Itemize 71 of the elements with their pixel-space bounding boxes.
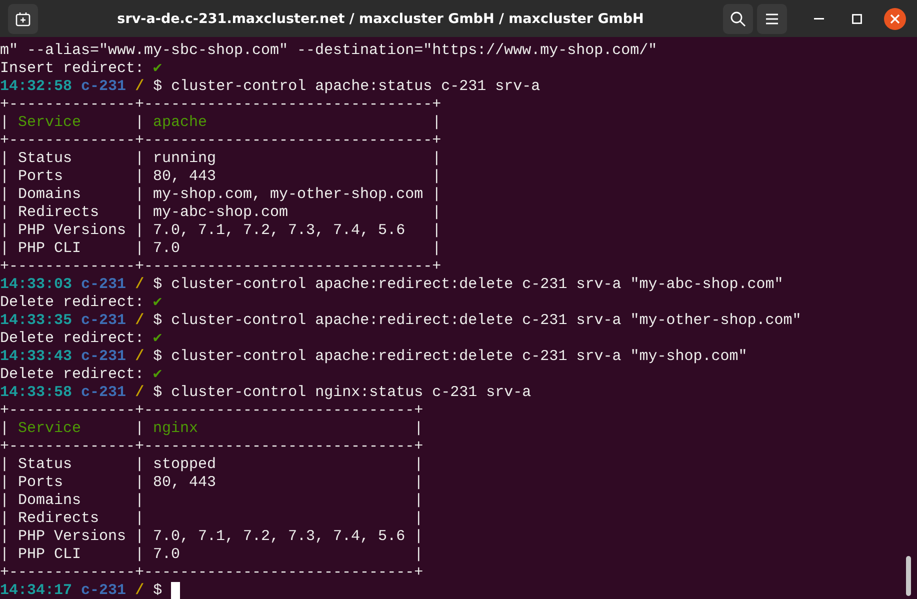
check-mark: ✔	[153, 60, 162, 78]
prompt-host: c-231	[81, 78, 126, 96]
prompt-time: 14:32:58	[0, 78, 72, 96]
status-text: Delete redirect:	[0, 294, 144, 312]
terminal-line: | PHP Versions | 7.0, 7.1, 7.2, 7.3, 7.4, 5.6 |	[0, 528, 424, 546]
prompt-symbol: $	[153, 348, 162, 366]
terminal-line: | Status | running |	[0, 150, 442, 168]
terminal-line: | Service | apache |	[0, 114, 442, 132]
search-icon	[730, 10, 746, 26]
terminal-line: +--------------+------------------------------+	[0, 564, 424, 582]
prompt-time: 14:33:35	[0, 312, 72, 330]
close-button[interactable]	[884, 8, 906, 30]
prompt-host: c-231	[81, 312, 126, 330]
prompt-symbol: $	[153, 276, 162, 294]
terminal-line: | Domains | my-shop.com, my-other-shop.com |	[0, 186, 442, 204]
command-text: cluster-control apache:redirect:delete c-231 srv-a "my-shop.com"	[171, 348, 748, 366]
terminal-line: | Status | stopped |	[0, 456, 424, 474]
prompt-path: /	[135, 582, 144, 599]
command-text: cluster-control apache:redirect:delete c-231 srv-a "my-other-shop.com"	[171, 312, 802, 330]
menu-button[interactable]	[757, 4, 787, 34]
prompt-symbol: $	[153, 78, 162, 96]
new-tab-icon	[15, 10, 31, 26]
terminal-line: | Service | nginx |	[0, 420, 424, 438]
prompt-time: 14:33:03	[0, 276, 72, 294]
terminal-line: | Redirects | my-abc-shop.com |	[0, 204, 442, 222]
command-text: cluster-control apache:status c-231 srv-a	[171, 78, 540, 96]
terminal-line: | PHP CLI | 7.0 |	[0, 240, 442, 258]
terminal-line: +--------------+------------------------------+	[0, 402, 424, 420]
terminal-line: | Ports | 80, 443 |	[0, 474, 424, 492]
prompt-symbol: $	[153, 312, 162, 330]
prompt-host: c-231	[81, 384, 126, 402]
terminal-line: +--------------+--------------------------------+	[0, 96, 442, 114]
terminal-line: | Ports | 80, 443 |	[0, 168, 442, 186]
scrollbar-thumb[interactable]	[906, 556, 911, 596]
prompt-path: /	[135, 78, 144, 96]
text-cursor	[171, 582, 180, 599]
terminal-line: | PHP CLI | 7.0 |	[0, 546, 424, 564]
check-mark: ✔	[153, 294, 162, 312]
prompt-host: c-231	[81, 276, 126, 294]
prompt-time: 14:33:58	[0, 384, 72, 402]
command-text: cluster-control apache:redirect:delete c-231 srv-a "my-abc-shop.com"	[171, 276, 784, 294]
prompt-path: /	[135, 348, 144, 366]
window-title: srv-a-de.c-231.maxcluster.net / maxcluster GmbH / maxcluster GmbH	[116, 10, 645, 26]
check-mark: ✔	[153, 366, 162, 384]
terminal-line: m" --alias="www.my-sbc-shop.com" --destination="https://www.my-shop.com/"	[0, 42, 658, 60]
prompt-path: /	[135, 384, 144, 402]
check-mark: ✔	[153, 330, 162, 348]
close-icon	[890, 14, 900, 24]
terminal-line: | Domains | |	[0, 492, 424, 510]
prompt-host: c-231	[81, 348, 126, 366]
terminal-line: | PHP Versions | 7.0, 7.1, 7.2, 7.3, 7.4, 5.6 |	[0, 222, 442, 240]
terminal-line: +--------------+--------------------------------+	[0, 258, 442, 276]
terminal-line: +--------------+--------------------------------+	[0, 132, 442, 150]
prompt-symbol: $	[153, 384, 162, 402]
status-text: Delete redirect:	[0, 366, 144, 384]
maximize-icon	[852, 14, 862, 24]
status-text: Delete redirect:	[0, 330, 144, 348]
prompt-time: 14:33:43	[0, 348, 72, 366]
status-text: Insert redirect:	[0, 60, 144, 78]
new-tab-button[interactable]	[8, 4, 38, 34]
prompt-symbol: $	[153, 582, 162, 599]
search-button[interactable]	[723, 4, 753, 34]
prompt-path: /	[135, 312, 144, 330]
minimize-icon	[814, 18, 824, 20]
command-text: cluster-control nginx:status c-231 srv-a	[171, 384, 532, 402]
prompt-path: /	[135, 276, 144, 294]
terminal-line: +--------------+------------------------------+	[0, 438, 424, 456]
menu-icon	[765, 12, 779, 24]
prompt-host: c-231	[81, 582, 126, 599]
prompt-time: 14:34:17	[0, 582, 72, 599]
terminal-line: | Redirects | |	[0, 510, 424, 528]
